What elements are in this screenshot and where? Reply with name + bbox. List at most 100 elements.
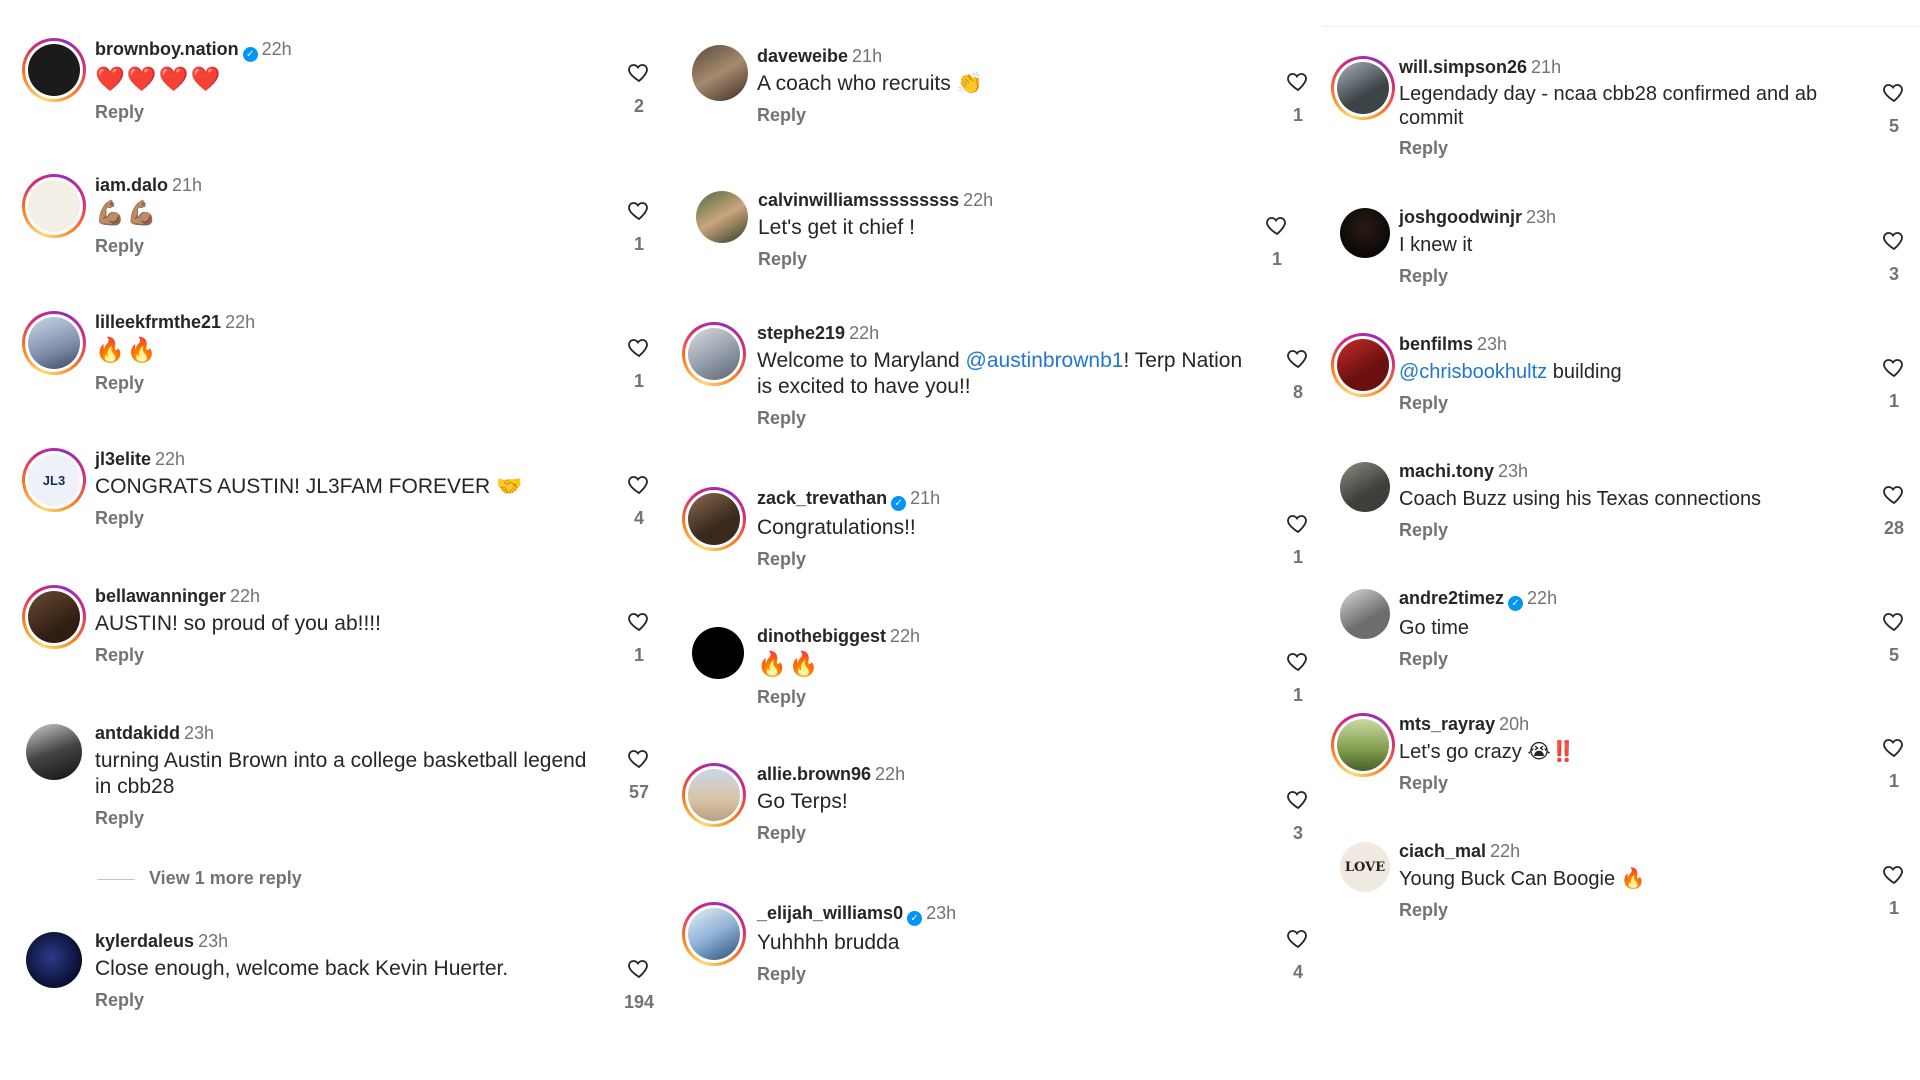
- heart-icon[interactable]: [626, 335, 652, 359]
- reply-button[interactable]: Reply: [1399, 138, 1879, 159]
- heart-icon[interactable]: [1881, 735, 1907, 759]
- heart-icon[interactable]: [1881, 228, 1907, 252]
- reply-button[interactable]: Reply: [95, 102, 292, 123]
- heart-icon[interactable]: [1881, 80, 1907, 104]
- avatar[interactable]: [26, 724, 82, 780]
- comment-text: Yuhhhh brudda: [757, 931, 900, 954]
- reply-button[interactable]: Reply: [95, 373, 255, 394]
- username[interactable]: allie.brown96: [757, 764, 871, 784]
- comment-text: Let's get it chief !: [758, 216, 915, 239]
- username[interactable]: joshgoodwinjr: [1399, 207, 1522, 227]
- like-group: 1: [1278, 69, 1318, 126]
- heart-icon[interactable]: [1285, 926, 1311, 950]
- heart-icon[interactable]: [626, 746, 652, 770]
- avatar[interactable]: [692, 45, 748, 101]
- username[interactable]: brownboy.nation: [95, 39, 239, 59]
- avatar[interactable]: [696, 191, 748, 243]
- reply-button[interactable]: Reply: [1399, 520, 1761, 541]
- heart-icon[interactable]: [626, 956, 652, 980]
- username[interactable]: dinothebiggest: [757, 626, 886, 646]
- avatar[interactable]: [1331, 713, 1395, 777]
- heart-icon[interactable]: [1881, 482, 1907, 506]
- reply-button[interactable]: Reply: [1399, 266, 1556, 287]
- username[interactable]: will.simpson26: [1399, 57, 1527, 77]
- avatar[interactable]: [682, 487, 746, 551]
- avatar[interactable]: [22, 174, 86, 238]
- comment-text: A coach who recruits 👏: [757, 72, 983, 95]
- avatar[interactable]: JL3: [22, 448, 86, 512]
- timestamp: 22h: [261, 39, 292, 59]
- reply-button[interactable]: Reply: [757, 823, 905, 844]
- heart-icon[interactable]: [626, 472, 652, 496]
- username[interactable]: lilleekfrmthe21: [95, 312, 221, 332]
- heart-icon[interactable]: [1264, 213, 1290, 237]
- avatar[interactable]: [1331, 333, 1395, 397]
- username[interactable]: jl3elite: [95, 449, 151, 469]
- reply-button[interactable]: Reply: [1399, 649, 1557, 670]
- heart-icon[interactable]: [1285, 346, 1311, 370]
- reply-button[interactable]: Reply: [1399, 393, 1622, 414]
- avatar[interactable]: [1340, 589, 1390, 639]
- heart-icon[interactable]: [626, 609, 652, 633]
- reply-button[interactable]: Reply: [757, 408, 1247, 429]
- username[interactable]: kylerdaleus: [95, 931, 194, 951]
- avatar[interactable]: [1340, 462, 1390, 512]
- avatar[interactable]: [22, 311, 86, 375]
- username[interactable]: machi.tony: [1399, 461, 1494, 481]
- username[interactable]: _elijah_williams0: [757, 903, 903, 923]
- heart-icon[interactable]: [1881, 609, 1907, 633]
- reply-button[interactable]: Reply: [757, 964, 956, 985]
- heart-icon[interactable]: [1285, 511, 1311, 535]
- reply-button[interactable]: Reply: [757, 687, 920, 708]
- like-count: 1: [1292, 105, 1303, 125]
- like-count: 4: [1292, 962, 1303, 982]
- like-group: 4: [1278, 926, 1318, 983]
- heart-icon[interactable]: [1285, 649, 1311, 673]
- username[interactable]: antdakidd: [95, 723, 180, 743]
- username[interactable]: ciach_mal: [1399, 841, 1486, 861]
- username[interactable]: andre2timez: [1399, 588, 1504, 608]
- reply-button[interactable]: Reply: [95, 990, 508, 1011]
- reply-button[interactable]: Reply: [95, 236, 202, 257]
- avatar[interactable]: [1331, 56, 1395, 120]
- reply-button[interactable]: Reply: [757, 549, 940, 570]
- like-count: 1: [1888, 898, 1899, 918]
- username[interactable]: benfilms: [1399, 334, 1473, 354]
- reply-button[interactable]: Reply: [1399, 773, 1576, 794]
- username[interactable]: zack_trevathan: [757, 488, 887, 508]
- avatar[interactable]: [22, 585, 86, 649]
- comment-text: 🔥🔥: [757, 651, 821, 678]
- heart-icon[interactable]: [1285, 787, 1311, 811]
- like-count: 1: [1888, 771, 1899, 791]
- reply-button[interactable]: Reply: [95, 808, 595, 829]
- reply-button[interactable]: Reply: [95, 508, 522, 529]
- username[interactable]: mts_rayray: [1399, 714, 1495, 734]
- username[interactable]: stephe219: [757, 323, 845, 343]
- avatar[interactable]: [682, 322, 746, 386]
- username[interactable]: daveweibe: [757, 46, 848, 66]
- like-group: 5: [1874, 609, 1914, 666]
- mention-link[interactable]: @chrisbookhultz: [1399, 361, 1547, 383]
- avatar[interactable]: LOVE: [1340, 842, 1390, 892]
- heart-icon[interactable]: [1881, 862, 1907, 886]
- heart-icon[interactable]: [626, 60, 652, 84]
- avatar[interactable]: [682, 763, 746, 827]
- avatar[interactable]: [26, 932, 82, 988]
- username[interactable]: calvinwilliamsssssssss: [758, 190, 959, 210]
- username[interactable]: bellawanninger: [95, 586, 226, 606]
- reply-button[interactable]: Reply: [1399, 900, 1646, 921]
- reply-button[interactable]: Reply: [758, 249, 993, 270]
- heart-icon[interactable]: [1881, 355, 1907, 379]
- reply-button[interactable]: Reply: [95, 645, 381, 666]
- heart-icon[interactable]: [626, 198, 652, 222]
- mention-link[interactable]: @austinbrownb1: [966, 349, 1124, 372]
- username[interactable]: iam.dalo: [95, 175, 168, 195]
- view-more-replies-button[interactable]: View 1 more reply: [97, 868, 302, 889]
- like-count: 28: [1883, 518, 1905, 538]
- avatar[interactable]: [22, 38, 86, 102]
- reply-button[interactable]: Reply: [757, 105, 983, 126]
- avatar[interactable]: [682, 902, 746, 966]
- heart-icon[interactable]: [1285, 69, 1311, 93]
- avatar[interactable]: [692, 627, 744, 679]
- avatar[interactable]: [1340, 208, 1390, 258]
